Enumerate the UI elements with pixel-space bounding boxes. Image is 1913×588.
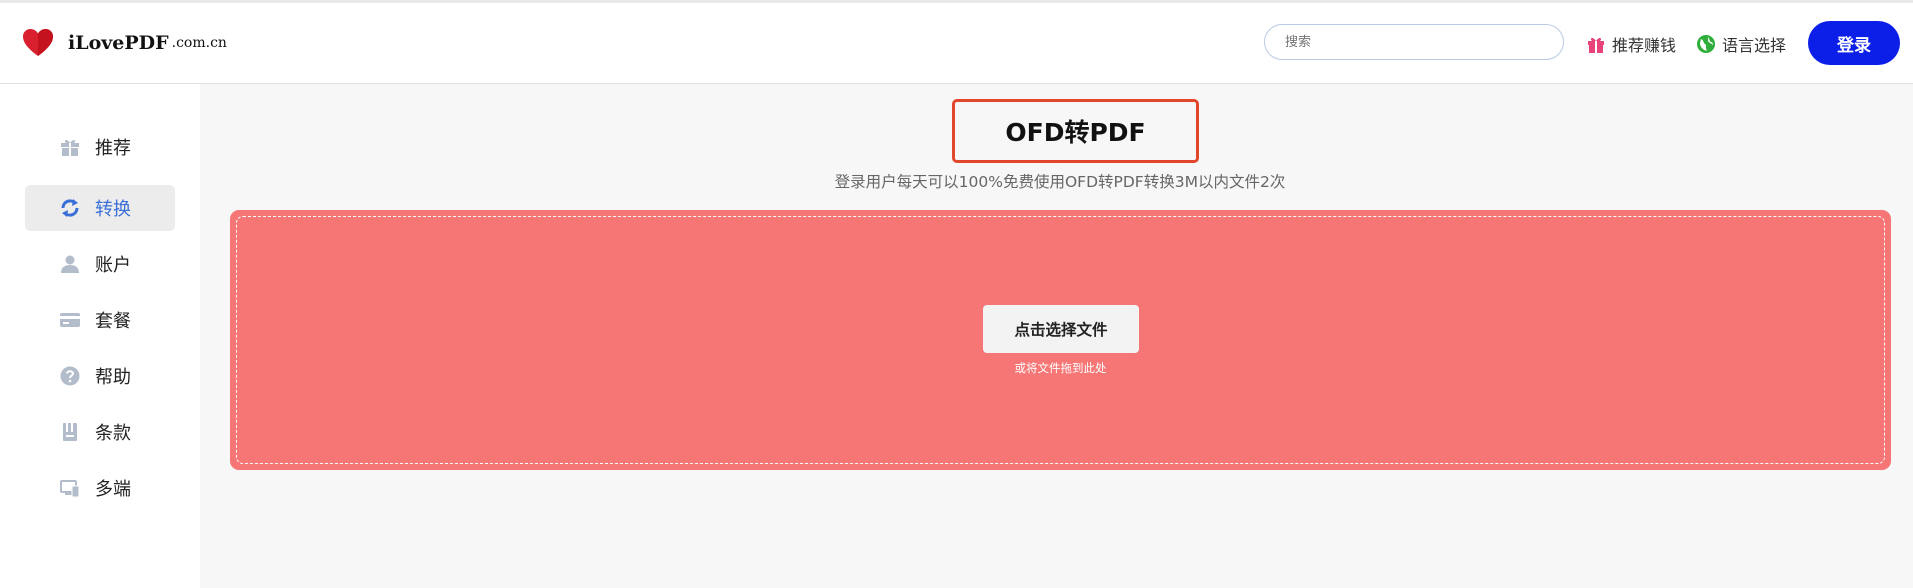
sidebar-item-account[interactable]: 账户 xyxy=(25,241,175,287)
select-file-button[interactable]: 点击选择文件 xyxy=(983,305,1139,353)
sidebar-item-recommend[interactable]: 推荐 xyxy=(25,124,175,170)
devices-icon xyxy=(59,477,81,499)
sidebar-item-convert[interactable]: 转换 xyxy=(25,185,175,231)
page-subtitle: 登录用户每天可以100%免费使用OFD转PDF转换3M以内文件2次 xyxy=(834,173,1286,191)
search-input[interactable] xyxy=(1264,24,1564,60)
sidebar: 推荐 转换 账户 套餐 帮助 条款 多端 xyxy=(0,84,200,588)
site-header: iLovePDF .com.cn 推荐赚钱 语言选择 登录 xyxy=(0,3,1913,84)
sidebar-item-label: 推荐 xyxy=(95,138,131,159)
convert-icon xyxy=(59,197,81,219)
referral-link[interactable]: 推荐赚钱 xyxy=(1586,32,1676,56)
gift-icon xyxy=(1588,37,1604,53)
file-dropzone[interactable]: 点击选择文件 或将文件拖到此处 xyxy=(230,210,1891,470)
sidebar-item-devices[interactable]: 多端 xyxy=(25,465,175,511)
sidebar-item-terms[interactable]: 条款 xyxy=(25,409,175,455)
globe-icon xyxy=(1697,35,1715,53)
gift-icon xyxy=(59,136,81,158)
user-icon xyxy=(59,253,81,275)
sidebar-item-help[interactable]: 帮助 xyxy=(25,353,175,399)
referral-label: 推荐赚钱 xyxy=(1612,36,1677,55)
page-title: OFD转PDF xyxy=(952,99,1199,163)
sidebar-item-plans[interactable]: 套餐 xyxy=(25,297,175,343)
card-icon xyxy=(59,309,81,331)
sidebar-item-label: 套餐 xyxy=(95,311,131,332)
sidebar-item-label: 转换 xyxy=(95,199,131,220)
drop-hint: 或将文件拖到此处 xyxy=(1014,361,1107,375)
sidebar-item-label: 帮助 xyxy=(95,367,131,388)
language-label: 语言选择 xyxy=(1722,36,1787,55)
heart-logo-icon xyxy=(22,27,54,59)
brand-suffix: .com.cn xyxy=(171,35,227,51)
login-button[interactable]: 登录 xyxy=(1808,21,1900,65)
logo[interactable]: iLovePDF .com.cn xyxy=(22,27,227,59)
language-selector[interactable]: 语言选择 xyxy=(1696,32,1786,56)
sidebar-item-label: 多端 xyxy=(95,479,131,500)
document-icon xyxy=(59,421,81,443)
sidebar-item-label: 账户 xyxy=(95,255,131,276)
sidebar-item-label: 条款 xyxy=(95,423,131,444)
help-icon xyxy=(59,365,81,387)
brand-name: iLovePDF xyxy=(68,32,169,54)
